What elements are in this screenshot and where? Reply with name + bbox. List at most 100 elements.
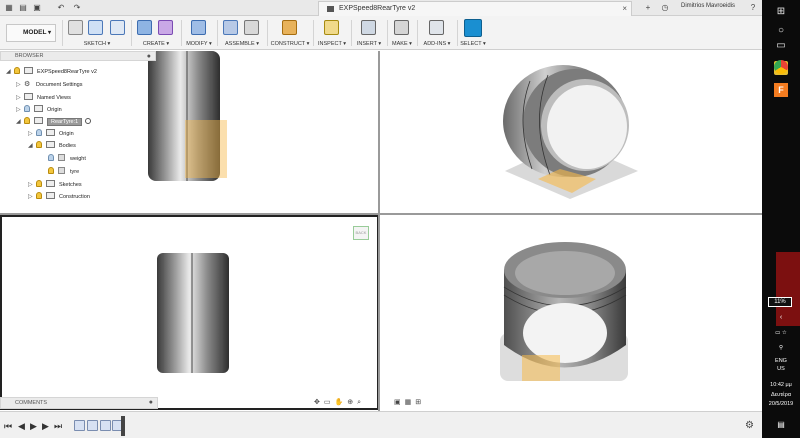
app-menu-icon[interactable]: ▦ <box>4 3 14 13</box>
tree-item-sketches[interactable]: ▷ Sketches <box>28 180 82 190</box>
collapse-triangle-icon[interactable]: ◢ <box>6 67 14 77</box>
select-arrow-icon[interactable] <box>464 19 482 37</box>
document-tab[interactable]: EXPSpeed8RearTyre v2 × <box>318 1 632 16</box>
insert-group[interactable]: INSERT ▾ <box>354 18 384 48</box>
visibility-bulb-icon[interactable] <box>48 154 54 161</box>
help-icon[interactable]: ? <box>748 3 758 13</box>
workspace-switcher[interactable]: MODEL ▾ <box>6 24 56 42</box>
visibility-bulb-icon[interactable] <box>36 180 42 187</box>
step-forward-icon[interactable]: ▶ <box>42 421 49 431</box>
redo-icon[interactable]: ↷ <box>72 3 82 13</box>
visibility-bulb-icon[interactable] <box>48 167 54 174</box>
new-component-icon[interactable] <box>223 20 238 35</box>
expand-triangle-icon[interactable]: ▷ <box>28 180 36 190</box>
create-menu[interactable]: CREATE ▾ <box>134 41 178 47</box>
tree-item-comp-origin[interactable]: ▷ Origin <box>28 129 74 139</box>
create-sketch-icon[interactable] <box>68 20 83 35</box>
zoom-icon[interactable]: ⊕ <box>347 397 353 409</box>
grid-settings-icon[interactable]: ▦ <box>405 397 412 409</box>
orbit-icon[interactable]: ✥ <box>314 397 320 409</box>
browser-header[interactable]: BROWSER ● <box>0 51 156 61</box>
visibility-bulb-icon[interactable] <box>36 141 42 148</box>
activate-radio[interactable] <box>85 118 92 124</box>
region-indicator[interactable]: US <box>762 366 800 372</box>
expand-triangle-icon[interactable]: ▷ <box>16 80 24 90</box>
clock-icon[interactable]: ◷ <box>660 3 670 13</box>
viewport-top-right[interactable] <box>380 51 762 214</box>
display-settings-icon[interactable]: ▣ <box>394 397 401 409</box>
joint-icon[interactable] <box>244 20 259 35</box>
add-ins-group[interactable]: ADD-INS ▾ <box>420 18 454 48</box>
clock-time[interactable]: 10:42 μμ <box>762 382 800 388</box>
make-menu[interactable]: MAKE ▾ <box>390 41 414 47</box>
expand-triangle-icon[interactable]: ▷ <box>16 105 24 115</box>
add-ins-menu[interactable]: ADD-INS ▾ <box>420 41 454 47</box>
tray-icons[interactable]: ▭ ☆ <box>762 330 800 336</box>
tray-expand-icon[interactable]: ‹ <box>762 314 800 321</box>
file-icon[interactable]: ▤ <box>18 3 28 13</box>
tree-item-body-tyre[interactable]: tyre <box>40 167 79 177</box>
timeline-feature-extrude[interactable] <box>87 420 98 431</box>
viewcube[interactable]: BACK <box>353 226 369 240</box>
fit-icon[interactable]: ⌕ <box>357 397 361 409</box>
comments-panel[interactable]: COMMENTS ● <box>0 397 158 409</box>
visibility-bulb-icon[interactable] <box>24 117 30 124</box>
tree-item-origin[interactable]: ▷ Origin <box>16 105 62 115</box>
viewport-bottom-right[interactable] <box>380 215 762 410</box>
close-tab-button[interactable]: × <box>622 2 627 16</box>
select-group[interactable]: SELECT ▾ <box>460 18 486 48</box>
collapse-triangle-icon[interactable]: ◢ <box>16 117 24 127</box>
fusion-360-icon[interactable]: F <box>774 83 788 97</box>
press-pull-icon[interactable] <box>191 20 206 35</box>
viewports-icon[interactable]: ⊞ <box>415 397 421 409</box>
tree-item-bodies[interactable]: ◢ Bodies <box>28 141 76 151</box>
select-menu[interactable]: SELECT ▾ <box>460 41 486 47</box>
viewport-bottom-left[interactable]: BACK <box>0 215 379 410</box>
battery-indicator[interactable]: 11% <box>768 297 792 307</box>
rectangle-icon[interactable] <box>110 20 125 35</box>
visibility-bulb-icon[interactable] <box>36 192 42 199</box>
close-icon[interactable]: ● <box>149 398 153 408</box>
expand-triangle-icon[interactable]: ▷ <box>16 93 24 103</box>
network-icon[interactable]: ⚲ <box>762 345 800 351</box>
tree-item-document-settings[interactable]: ▷ ⚙ Document Settings <box>16 80 82 90</box>
timeline-marker[interactable] <box>121 416 125 436</box>
look-at-icon[interactable]: ▭ <box>324 397 331 409</box>
tree-item-construction[interactable]: ▷ Construction <box>28 192 90 202</box>
timeline-settings-icon[interactable]: ⚙ <box>745 420 754 431</box>
visibility-bulb-icon[interactable] <box>14 67 20 74</box>
close-icon[interactable]: ● <box>147 52 151 61</box>
timeline-feature-revolve[interactable] <box>100 420 111 431</box>
construct-group[interactable]: CONSTRUCT ▾ <box>270 18 310 48</box>
go-to-end-icon[interactable]: ⏭ <box>54 421 62 431</box>
insert-image-icon[interactable] <box>361 20 376 35</box>
play-icon[interactable]: ▶ <box>30 421 37 431</box>
language-indicator[interactable]: ENG <box>762 358 800 364</box>
viewport-splitter-vertical[interactable] <box>378 51 380 411</box>
step-back-icon[interactable]: ◀ <box>18 421 25 431</box>
line-icon[interactable] <box>88 20 103 35</box>
construct-menu[interactable]: CONSTRUCT ▾ <box>270 41 310 47</box>
search-icon[interactable]: ○ <box>774 24 788 38</box>
sketch-group[interactable]: SKETCH ▾ <box>66 18 128 48</box>
clock-date[interactable]: 20/5/2019 <box>762 401 800 407</box>
scripts-icon[interactable] <box>429 20 444 35</box>
clock-day[interactable]: Δευτέρα <box>762 392 800 398</box>
windows-start-icon[interactable]: ⊞ <box>774 5 788 19</box>
sketch-menu[interactable]: SKETCH ▾ <box>66 41 128 47</box>
undo-icon[interactable]: ↶ <box>56 3 66 13</box>
modify-menu[interactable]: MODIFY ▾ <box>184 41 214 47</box>
visibility-bulb-icon[interactable] <box>36 129 42 136</box>
measure-icon[interactable] <box>324 20 339 35</box>
assemble-group[interactable]: ASSEMBLE ▾ <box>220 18 264 48</box>
viewport-splitter-horizontal[interactable] <box>0 213 762 215</box>
3d-print-icon[interactable] <box>394 20 409 35</box>
inspect-group[interactable]: INSPECT ▾ <box>316 18 348 48</box>
expand-triangle-icon[interactable]: ▷ <box>28 129 36 139</box>
assemble-menu[interactable]: ASSEMBLE ▾ <box>220 41 264 47</box>
notifications-icon[interactable]: ▤ <box>762 420 800 429</box>
visibility-bulb-icon[interactable] <box>24 105 30 112</box>
create-group[interactable]: CREATE ▾ <box>134 18 178 48</box>
modify-group[interactable]: MODIFY ▾ <box>184 18 214 48</box>
user-name[interactable]: Dimitrios Mavroeidis <box>681 3 735 9</box>
